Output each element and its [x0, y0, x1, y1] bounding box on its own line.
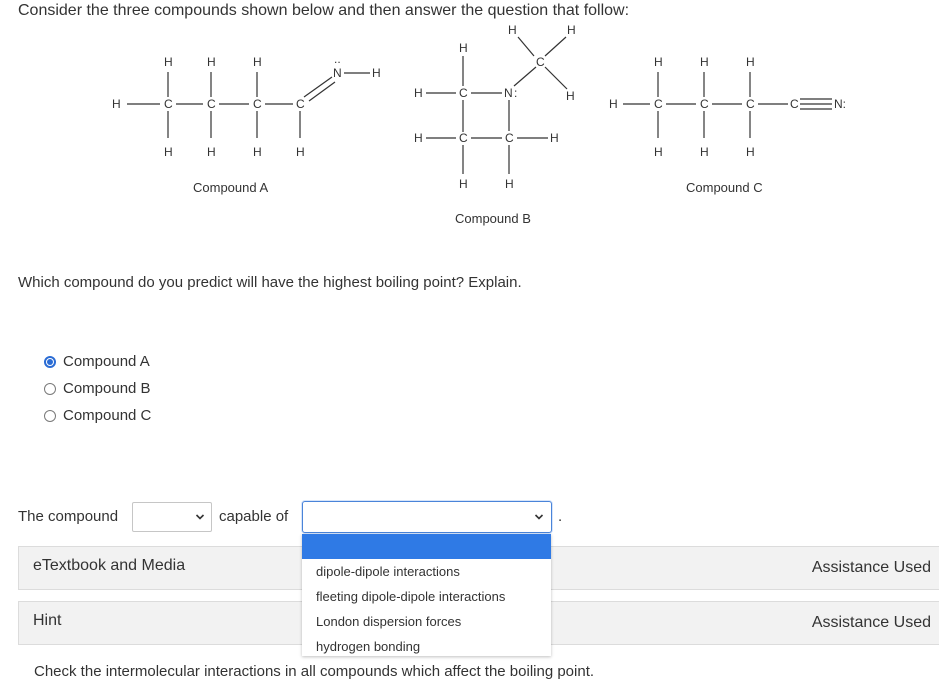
compound-c-atom-c: C — [654, 97, 663, 111]
radio-selected-icon[interactable] — [44, 355, 56, 368]
radio-unselected-icon[interactable] — [44, 409, 56, 422]
choice-label: Compound C — [63, 407, 152, 424]
radio-unselected-icon[interactable] — [44, 382, 56, 395]
compound-a-atom-h: H — [253, 55, 262, 69]
compound-c-atom-c: C — [746, 97, 755, 111]
compound-b-atom-c: C — [459, 86, 468, 100]
compound-b-atom-h: H — [508, 23, 517, 37]
hint-status: Assistance Used — [811, 614, 931, 631]
explanation-mid-text: capable of — [219, 508, 289, 525]
compound-b-atom-h: H — [566, 89, 575, 103]
choice-compound-b[interactable]: Compound B — [44, 375, 151, 402]
compound-c-atom-h: H — [746, 145, 755, 159]
dropdown-option-blank[interactable] — [302, 534, 551, 559]
compound-b-atom-h: H — [550, 131, 559, 145]
compound-a-atom-c: C — [207, 97, 216, 111]
answer-choices: Compound A Compound B Compound C — [44, 348, 151, 429]
compound-a-atom-n: N — [333, 66, 342, 80]
compound-b-atom-h: H — [459, 41, 468, 55]
chevron-down-icon — [534, 514, 544, 520]
interaction-select[interactable] — [302, 501, 552, 533]
choice-label: Compound A — [63, 353, 150, 370]
question-prompt: Which compound do you predict will have … — [18, 274, 522, 291]
compound-a-atom-h: H — [372, 66, 381, 80]
compound-a-atom-h: H — [253, 145, 262, 159]
explanation-end-text: . — [558, 508, 563, 525]
etextbook-status: Assistance Used — [811, 559, 931, 576]
compound-b-atom-h: H — [567, 23, 576, 37]
compound-b-atom-h: H — [459, 177, 468, 191]
compound-a-atom-h: H — [164, 55, 173, 69]
compound-a-atom-h: H — [296, 145, 305, 159]
dropdown-option-dipole[interactable]: dipole-dipole interactions — [302, 559, 551, 584]
compound-b-structure: H H C N : C H H H H C C H H H Compound B — [414, 23, 576, 226]
compound-c-atom-c: C — [700, 97, 709, 111]
chevron-down-icon — [195, 514, 205, 520]
compound-a-atom-h: H — [112, 97, 121, 111]
compound-b-label: Compound B — [455, 211, 531, 226]
hint-text: Check the intermolecular interactions in… — [34, 663, 595, 680]
dropdown-option-hydrogen-bonding[interactable]: hydrogen bonding — [302, 634, 551, 659]
hint-title[interactable]: Hint — [33, 612, 61, 630]
compound-b-lone-pair: : — [514, 86, 517, 100]
compound-a-atom-c: C — [253, 97, 262, 111]
compound-a-atom-h: H — [207, 145, 216, 159]
compound-c-atom-h: H — [746, 55, 755, 69]
compound-c-label: Compound C — [686, 180, 763, 195]
compound-b-atom-h: H — [505, 177, 514, 191]
choice-compound-c[interactable]: Compound C — [44, 402, 151, 429]
compound-c-atom-h: H — [700, 145, 709, 159]
explanation-lead-text: The compound — [18, 508, 119, 525]
compound-a-structure: H C C C C H H H H H H H N .. H Compound … — [112, 52, 381, 195]
compound-a-atom-c: C — [164, 97, 173, 111]
etextbook-title[interactable]: eTextbook and Media — [33, 557, 185, 575]
choice-label: Compound B — [63, 380, 151, 397]
compound-c-atom-n: N: — [834, 97, 846, 111]
compound-a-atom-h: H — [207, 55, 216, 69]
compound-b-atom-c: C — [459, 131, 468, 145]
interaction-dropdown-list: dipole-dipole interactions fleeting dipo… — [302, 534, 551, 656]
compound-a-label: Compound A — [193, 180, 268, 195]
compound-b-atom-c: C — [536, 55, 545, 69]
compound-a-atom-c: C — [296, 97, 305, 111]
compound-b-atom-n: N — [504, 86, 513, 100]
compound-a-lone-pair: .. — [334, 52, 341, 66]
compound-select[interactable] — [132, 502, 212, 532]
compound-b-atom-c: C — [505, 131, 514, 145]
compound-c-structure: H C C C C N: H H H H H H Compound C — [609, 55, 846, 195]
compound-b-atom-h: H — [414, 131, 423, 145]
compound-c-atom-h: H — [700, 55, 709, 69]
compound-c-atom-h: H — [654, 145, 663, 159]
compound-b-atom-h: H — [414, 86, 423, 100]
dropdown-option-london[interactable]: London dispersion forces — [302, 609, 551, 634]
compound-a-atom-h: H — [164, 145, 173, 159]
choice-compound-a[interactable]: Compound A — [44, 348, 151, 375]
chemical-structures: H C C C C H H H H H H H N .. H Compound … — [112, 23, 846, 226]
dropdown-option-fleeting-dipole[interactable]: fleeting dipole-dipole interactions — [302, 584, 551, 609]
compound-c-atom-c: C — [790, 97, 799, 111]
compound-c-atom-h: H — [654, 55, 663, 69]
compound-c-atom-h: H — [609, 97, 618, 111]
